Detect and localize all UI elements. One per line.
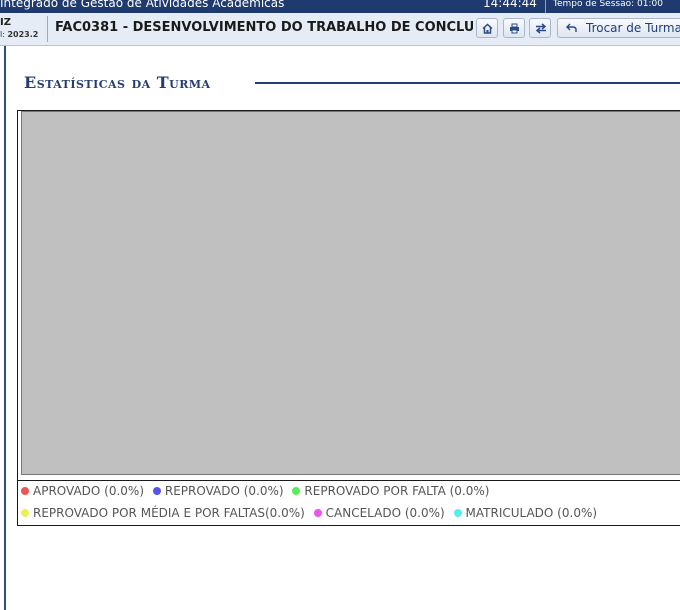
legend-label: REPROVADO POR MÉDIA E POR FALTAS(0.0%) bbox=[33, 506, 305, 520]
legend-item-aprovado: APROVADO (0.0%) bbox=[21, 484, 144, 498]
user-name: IZ bbox=[0, 17, 11, 28]
legend-item-reprovado-por-falta: REPROVADO POR FALTA (0.0%) bbox=[292, 484, 489, 498]
switch-class-label: Trocar de Turma bbox=[586, 21, 680, 35]
legend-label: CANCELADO (0.0%) bbox=[325, 506, 445, 520]
divider bbox=[545, 0, 546, 13]
legend-row: REPROVADO POR MÉDIA E POR FALTAS(0.0%) C… bbox=[21, 506, 602, 520]
semester-value: 2023.2 bbox=[7, 30, 39, 39]
left-accent-rule bbox=[4, 46, 6, 610]
print-icon bbox=[510, 23, 519, 34]
section-title: Estatísticas da Turma bbox=[24, 73, 211, 92]
legend-dot-icon bbox=[152, 487, 161, 495]
legend-dot-icon bbox=[21, 509, 29, 517]
legend-row: APROVADO (0.0%) REPROVADO (0.0%) REPROVA… bbox=[21, 484, 494, 498]
legend-label: REPROVADO POR FALTA (0.0%) bbox=[304, 484, 490, 498]
home-button[interactable] bbox=[476, 18, 498, 38]
print-button[interactable] bbox=[503, 18, 525, 38]
section-title-rule bbox=[255, 82, 680, 84]
legend-item-cancelado: CANCELADO (0.0%) bbox=[313, 506, 445, 520]
swap-icon bbox=[535, 23, 547, 34]
legend-item-reprovado: REPROVADO (0.0%) bbox=[152, 484, 284, 498]
divider bbox=[18, 480, 680, 481]
session-timer: Tempo de Sessão: 01:00 bbox=[553, 0, 663, 9]
legend-label: REPROVADO (0.0%) bbox=[164, 484, 284, 498]
legend-label: MATRICULADO (0.0%) bbox=[465, 506, 598, 520]
system-title: Integrado de Gestão de Atividades Acadêm… bbox=[0, 0, 285, 10]
legend-dot-icon bbox=[453, 509, 462, 517]
legend-item-reprovado-media-faltas: REPROVADO POR MÉDIA E POR FALTAS(0.0%) bbox=[21, 506, 305, 520]
chart-plot-area bbox=[21, 111, 680, 475]
swap-button[interactable] bbox=[529, 18, 551, 38]
legend-item-matriculado: MATRICULADO (0.0%) bbox=[453, 506, 598, 520]
semester-label: l: bbox=[0, 30, 5, 39]
back-arrow-icon bbox=[566, 23, 577, 32]
system-bar: Integrado de Gestão de Atividades Acadêm… bbox=[0, 0, 680, 13]
divider bbox=[47, 16, 48, 42]
course-title: FAC0381 - DESENVOLVIMENTO DO TRABALHO DE… bbox=[55, 20, 473, 35]
semester-info: l: 2023.2 bbox=[0, 30, 38, 39]
clock: 14:44:44 bbox=[483, 0, 537, 10]
switch-class-button[interactable]: Trocar de Turma bbox=[557, 18, 680, 38]
home-icon bbox=[482, 23, 493, 34]
legend-dot-icon bbox=[292, 487, 301, 495]
legend-dot-icon bbox=[313, 509, 322, 517]
legend-label: APROVADO (0.0%) bbox=[33, 484, 145, 498]
legend-dot-icon bbox=[21, 487, 29, 495]
class-header: IZ l: 2023.2 FAC0381 - DESENVOLVIMENTO D… bbox=[0, 13, 680, 46]
